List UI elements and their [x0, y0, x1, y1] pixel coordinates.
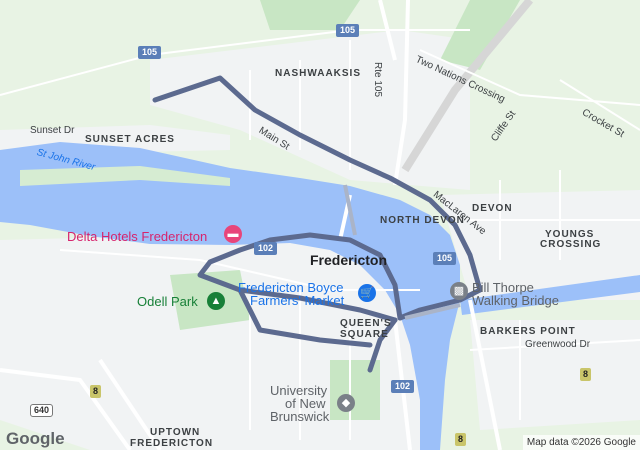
shield-105-top: 105	[138, 46, 162, 59]
shield-102-bottom: 102	[391, 380, 415, 393]
map-canvas[interactable]: NASHWAAKSIS SUNSET ACRES NORTH DEVON DEV…	[0, 0, 640, 450]
tree-icon[interactable]: ▲	[207, 292, 225, 310]
area-sunset-acres: SUNSET ACRES	[85, 134, 175, 145]
area-youngs-crossing-line2: CROSSING	[540, 239, 602, 250]
area-barkers-point: BARKERS POINT	[480, 326, 576, 337]
graduation-cap-icon[interactable]: ◆	[337, 394, 355, 412]
road-sunset-dr: Sunset Dr	[30, 125, 75, 136]
poi-delta-hotels-label[interactable]: Delta Hotels Fredericton	[67, 230, 207, 243]
poi-bill-thorpe-line2[interactable]: Walking Bridge	[472, 294, 559, 307]
road-rte-105: Rte 105	[372, 62, 383, 98]
city-fredericton[interactable]: Fredericton	[310, 253, 387, 267]
shield-8-left: 8	[90, 385, 102, 398]
area-queens-square-line2: SQUARE	[340, 329, 389, 340]
shield-105-right: 105	[433, 252, 457, 265]
shopping-cart-icon[interactable]: 🛒	[358, 284, 376, 302]
shield-8-right: 8	[580, 368, 592, 381]
road-greenwood-dr: Greenwood Dr	[525, 339, 591, 350]
area-uptown-fredericton-line1: UPTOWN	[150, 427, 201, 438]
poi-farmers-market-line2[interactable]: Farmers' Market	[250, 294, 344, 307]
area-uptown-fredericton-line2: FREDERICTON	[130, 438, 214, 449]
poi-unb-line3[interactable]: Brunswick	[270, 410, 329, 423]
shield-105-top-right: 105	[336, 24, 360, 37]
area-north-devon: NORTH DEVON	[380, 215, 465, 226]
area-devon: DEVON	[472, 203, 513, 214]
area-nashwaaksis: NASHWAAKSIS	[275, 68, 362, 79]
bridge-icon[interactable]: ▩	[450, 282, 468, 300]
shield-102-left: 102	[254, 242, 278, 255]
area-queens-square-line1: QUEEN'S	[340, 318, 392, 329]
poi-odell-park-label[interactable]: Odell Park	[137, 295, 198, 308]
map-attribution[interactable]: Map data ©2026 Google	[522, 435, 640, 450]
shield-8-bottom: 8	[455, 433, 467, 446]
shield-640: 640	[30, 404, 54, 417]
google-logo[interactable]: Google	[6, 429, 65, 449]
bed-icon[interactable]: ▬	[224, 225, 242, 243]
